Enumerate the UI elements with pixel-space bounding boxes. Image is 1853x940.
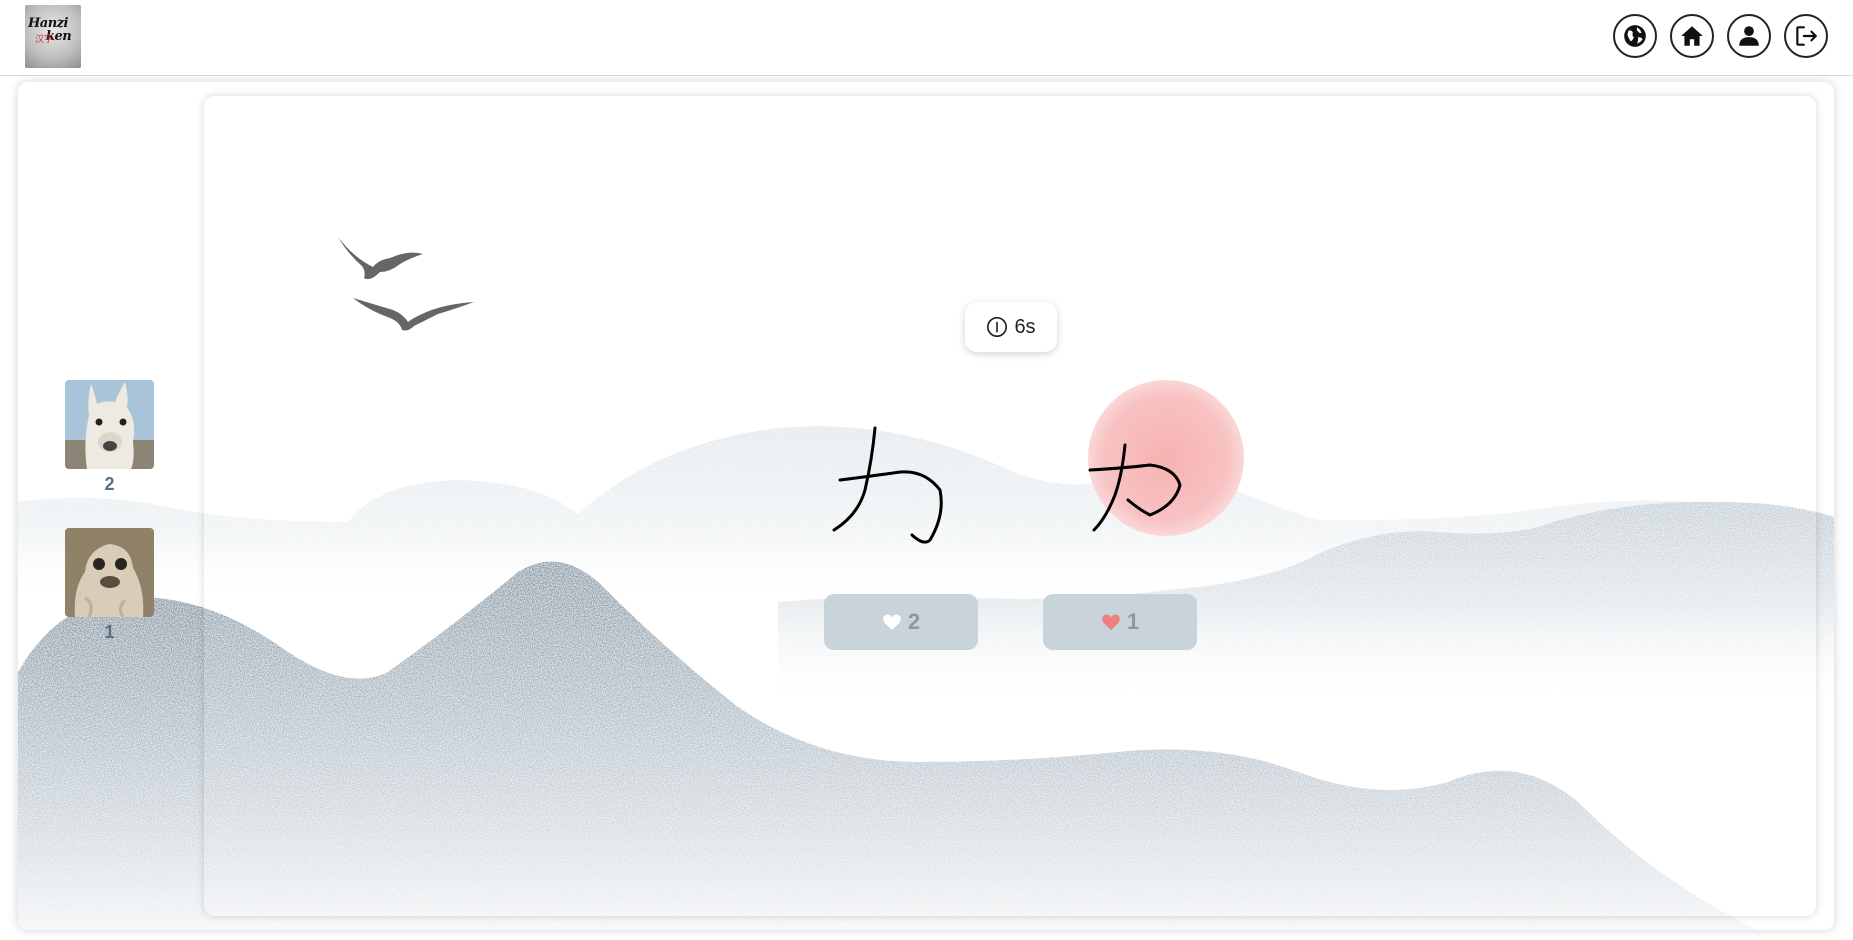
- vote-button-left[interactable]: 2: [824, 594, 978, 650]
- hanziken-logo[interactable]: Hanzi ken 汉字: [25, 5, 81, 68]
- heart-icon: [1102, 614, 1120, 631]
- vote-button-right[interactable]: 1: [1043, 594, 1197, 650]
- player-avatar-seal: [65, 528, 154, 617]
- logout-icon: [1796, 26, 1817, 46]
- player-avatar-llama: [65, 380, 154, 469]
- home-button[interactable]: [1670, 14, 1714, 58]
- top-bar: Hanzi ken 汉字: [0, 0, 1853, 76]
- logo-mark: 汉字: [35, 34, 54, 44]
- drawing-card: [204, 96, 1816, 916]
- drawing-right: [1088, 443, 1182, 532]
- drawing-left: [832, 426, 943, 544]
- user-icon: [1739, 26, 1759, 46]
- round-timer: 6s: [965, 302, 1057, 352]
- profile-button[interactable]: [1727, 14, 1771, 58]
- player-score: 1: [104, 622, 115, 642]
- player-score: 2: [104, 474, 115, 494]
- timer-value: 6s: [1014, 315, 1036, 338]
- vote-count: 2: [907, 609, 921, 634]
- home-icon: [1681, 26, 1703, 46]
- globe-icon: [1624, 25, 1646, 47]
- vote-count: 1: [1126, 609, 1140, 634]
- player-card: 1: [65, 528, 154, 643]
- heart-icon: [883, 614, 901, 631]
- language-button[interactable]: [1613, 14, 1657, 58]
- logout-button[interactable]: [1784, 14, 1828, 58]
- info-icon: [987, 317, 1008, 337]
- player-card: 2: [65, 380, 154, 495]
